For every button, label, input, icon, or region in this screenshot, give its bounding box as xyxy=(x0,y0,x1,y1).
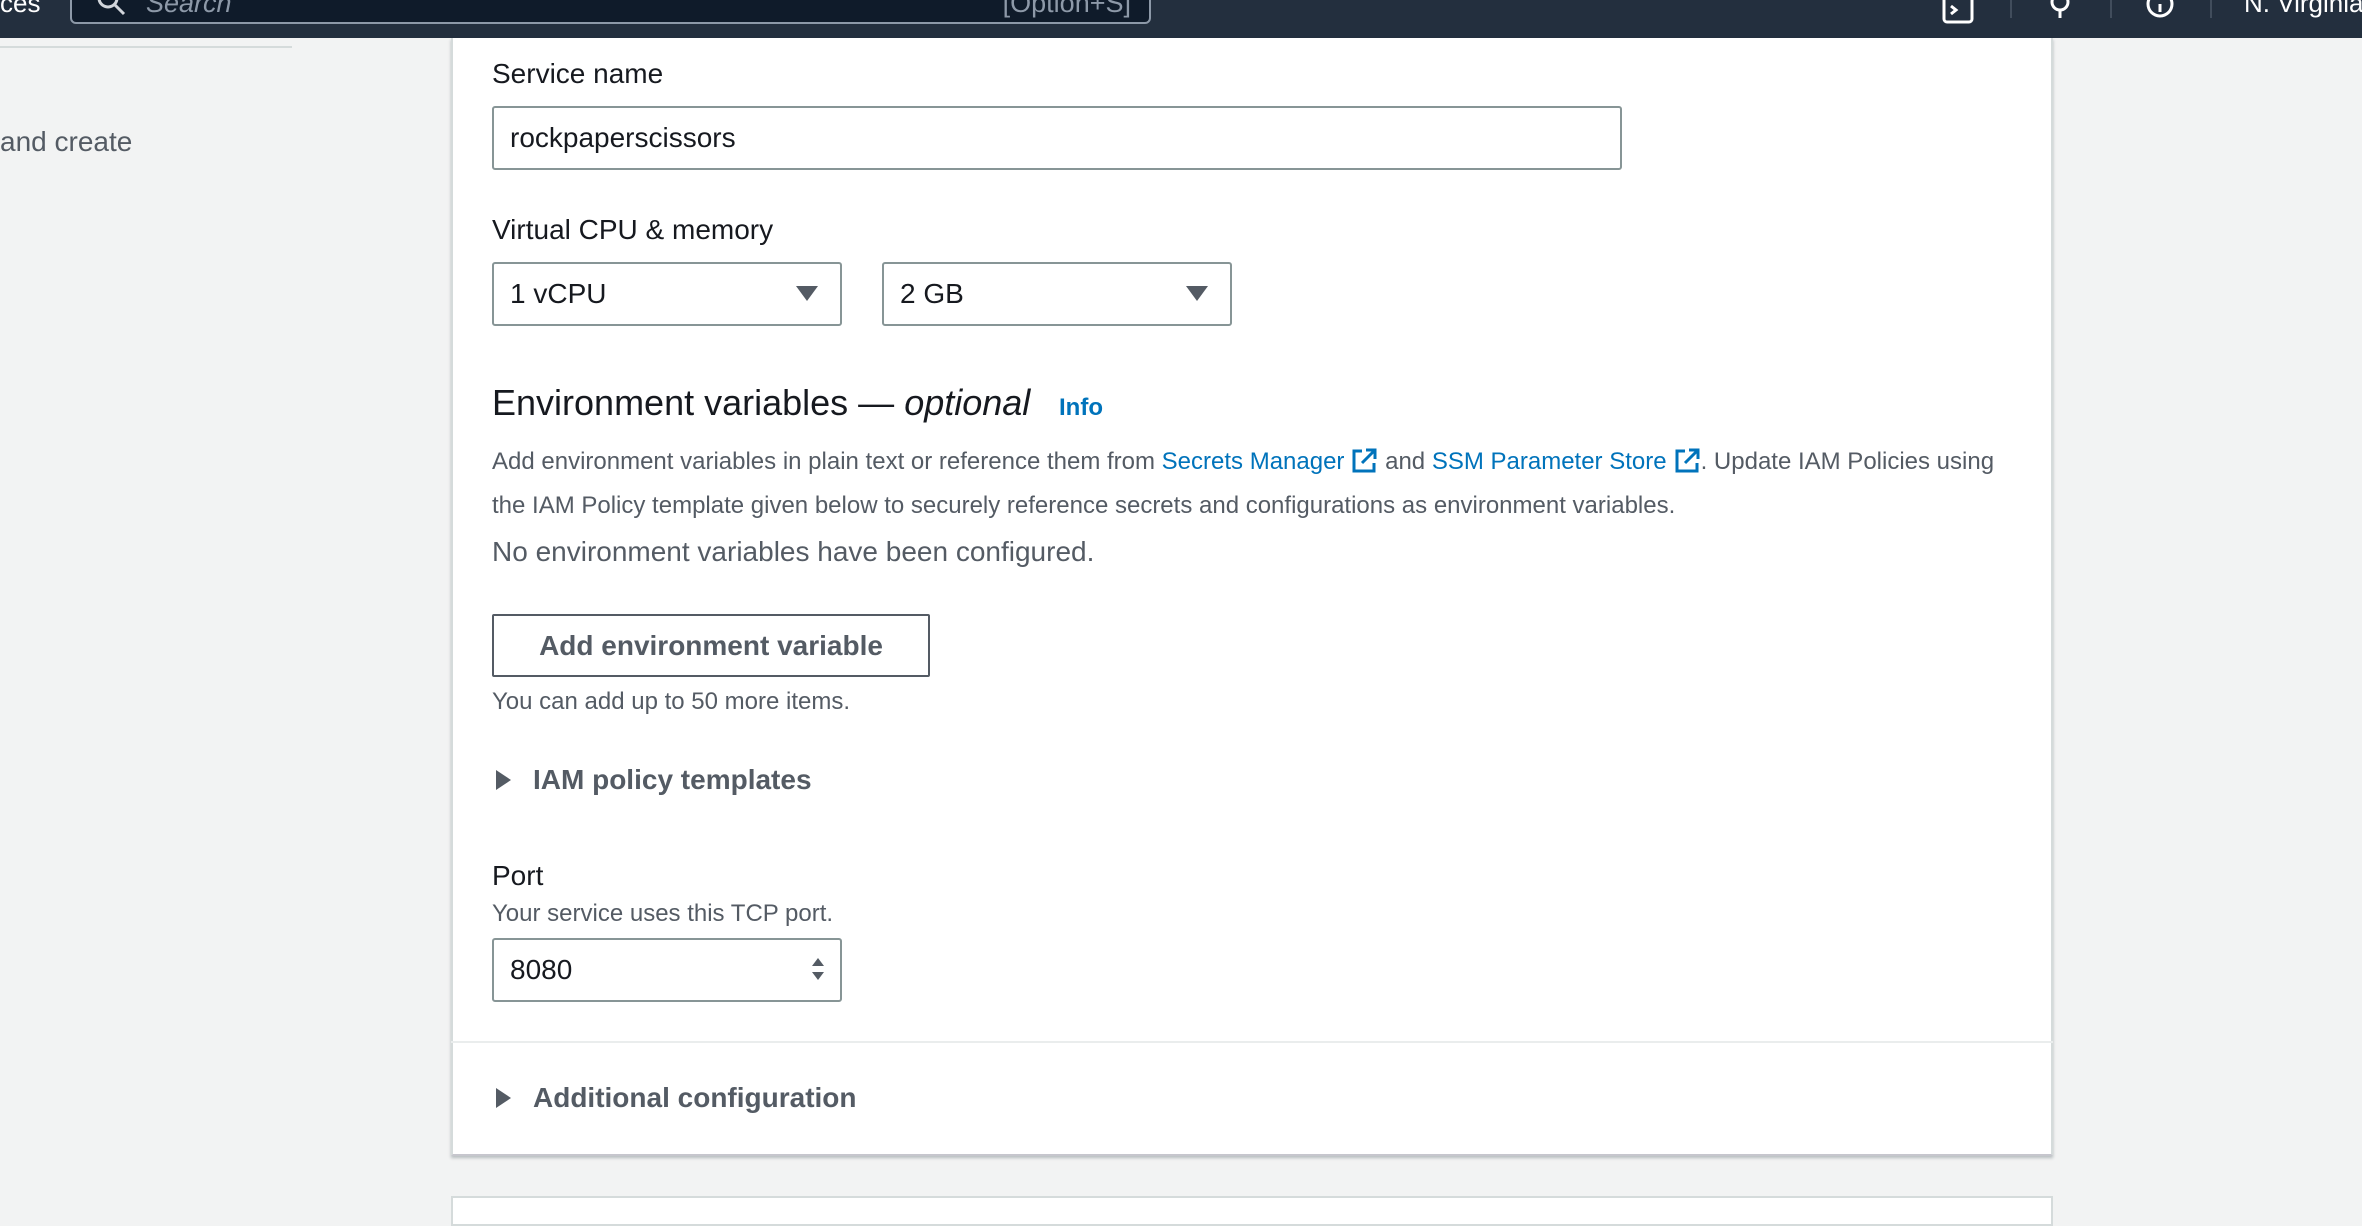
search-placeholder: Search xyxy=(146,0,232,18)
cpu-memory-label: Virtual CPU & memory xyxy=(492,214,774,245)
caret-down-icon xyxy=(1186,286,1208,301)
port-input[interactable]: 8080 xyxy=(492,938,842,1002)
secrets-manager-link-text: Secrets Manager xyxy=(1161,448,1345,475)
ssm-parameter-store-link[interactable]: SSM Parameter Store xyxy=(1432,448,1701,475)
port-value: 8080 xyxy=(510,954,573,985)
iam-policy-templates-expander[interactable]: IAM policy templates xyxy=(496,764,812,796)
env-vars-desc-and: and xyxy=(1385,448,1426,475)
nav-divider xyxy=(2110,0,2112,18)
sidebar-divider xyxy=(0,46,292,48)
service-name-input[interactable]: rockpaperscissors xyxy=(492,106,1622,170)
env-vars-limit-note: You can add up to 50 more items. xyxy=(492,688,851,715)
add-environment-variable-button[interactable]: Add environment variable xyxy=(492,614,930,677)
additional-configuration-label: Additional configuration xyxy=(533,1082,857,1113)
additional-configuration-expander[interactable]: Additional configuration xyxy=(496,1082,857,1114)
caret-down-icon xyxy=(796,286,818,301)
top-navigation-bar: ces Search [Option+S] N. Virginia xyxy=(0,0,2362,38)
port-description: Your service uses this TCP port. xyxy=(492,900,834,927)
secrets-manager-link[interactable]: Secrets Manager xyxy=(1162,448,1379,475)
env-vars-desc-part1: Add environment variables in plain text … xyxy=(492,448,1155,475)
memory-selected-value: 2 GB xyxy=(900,278,964,309)
nav-divider xyxy=(2010,0,2012,18)
global-search-input[interactable]: Search [Option+S] xyxy=(70,0,1151,24)
iam-policy-templates-label: IAM policy templates xyxy=(533,764,812,795)
external-link-icon xyxy=(1675,448,1700,473)
search-icon xyxy=(97,0,126,16)
env-vars-heading-optional: optional xyxy=(904,382,1031,423)
sidebar-step-link[interactable]: and create xyxy=(0,126,132,158)
env-vars-heading-text: Environment variables — xyxy=(492,382,895,423)
bell-icon[interactable] xyxy=(2042,0,2078,26)
service-name-value: rockpaperscissors xyxy=(510,122,736,153)
external-link-icon xyxy=(1352,448,1377,473)
services-menu-link[interactable]: ces xyxy=(0,0,40,16)
env-vars-empty-message: No environment variables have been confi… xyxy=(492,536,1095,567)
env-vars-heading: Environment variables — optional xyxy=(492,382,1030,424)
next-section-panel xyxy=(451,1196,2053,1226)
service-name-label: Service name xyxy=(492,58,664,89)
help-icon[interactable] xyxy=(2142,0,2178,26)
memory-select[interactable]: 2 GB xyxy=(882,262,1232,326)
section-divider xyxy=(451,1041,2053,1043)
cloudshell-icon[interactable] xyxy=(1940,0,1976,26)
number-stepper-icon[interactable] xyxy=(810,954,826,984)
env-vars-info-link[interactable]: Info xyxy=(1059,394,1103,422)
nav-divider xyxy=(2210,0,2212,18)
caret-right-icon xyxy=(496,770,511,790)
search-shortcut-hint: [Option+S] xyxy=(1002,0,1131,18)
port-label: Port xyxy=(492,860,544,891)
caret-right-icon xyxy=(496,1088,511,1108)
vcpu-selected-value: 1 vCPU xyxy=(510,278,607,309)
env-vars-description: Add environment variables in plain text … xyxy=(492,440,2012,528)
ssm-parameter-store-link-text: SSM Parameter Store xyxy=(1431,448,1667,475)
vcpu-select[interactable]: 1 vCPU xyxy=(492,262,842,326)
region-selector[interactable]: N. Virginia xyxy=(2244,0,2362,19)
